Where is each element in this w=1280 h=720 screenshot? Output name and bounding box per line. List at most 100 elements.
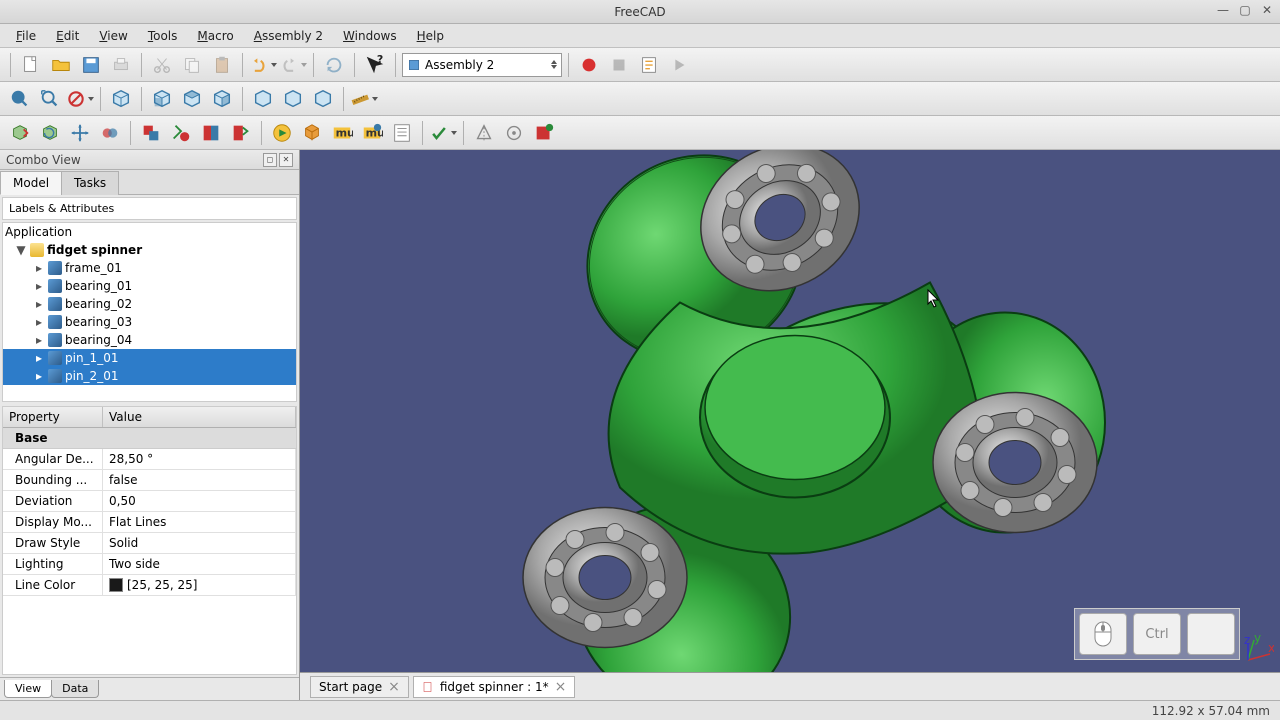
menu-view[interactable]: View [89,26,137,46]
preferences-icon[interactable] [530,119,558,147]
front-view-icon[interactable] [148,85,176,113]
maximize-button[interactable]: ▢ [1238,3,1252,17]
parts-list-icon[interactable] [388,119,416,147]
whats-this-icon[interactable]: ? [361,51,389,79]
tree-root[interactable]: ▼ fidget spinner [3,241,296,259]
expand-icon[interactable]: ▸ [33,279,45,293]
axial-constraint-icon[interactable] [167,119,195,147]
measure-icon[interactable] [350,85,378,113]
combo-view-panel: Combo View ◻ ✕ Model Tasks Labels & Attr… [0,150,300,700]
prop-row-lighting[interactable]: LightingTwo side [3,554,296,575]
new-file-icon[interactable] [17,51,45,79]
fit-all-icon[interactable] [6,85,34,113]
move-part-icon[interactable] [66,119,94,147]
prop-row-displaymode[interactable]: Display Mo...Flat Lines [3,512,296,533]
expand-icon[interactable]: ▼ [15,243,27,257]
btab-view[interactable]: View [4,680,52,698]
tree-item-pin2[interactable]: ▸ pin_2_01 [3,367,296,385]
tree-item-bearing1[interactable]: ▸ bearing_01 [3,277,296,295]
fit-selection-icon[interactable] [36,85,64,113]
menu-help[interactable]: Help [407,26,454,46]
tab-tasks[interactable]: Tasks [61,171,119,195]
prop-row-bounding[interactable]: Bounding ...false [3,470,296,491]
btab-data[interactable]: Data [51,680,99,698]
mux-update-icon[interactable]: mux [358,119,386,147]
key-blank [1187,613,1235,655]
3d-viewport[interactable]: Ctrl xyz Start page × fidget spinner : 1… [300,150,1280,700]
close-icon[interactable]: × [555,682,567,692]
expand-icon[interactable]: ▸ [33,369,45,383]
document-tabs: Start page × fidget spinner : 1* × [300,672,1280,700]
close-button[interactable]: ✕ [1260,3,1274,17]
import-part-icon[interactable] [6,119,34,147]
tree-item-bearing2[interactable]: ▸ bearing_02 [3,295,296,313]
print-icon[interactable] [107,51,135,79]
prop-col-value[interactable]: Value [103,407,296,427]
constraint-coincident-icon[interactable] [96,119,124,147]
expand-icon[interactable]: ▸ [33,297,45,311]
macros-icon[interactable] [635,51,663,79]
stop-macro-icon[interactable] [605,51,633,79]
top-view-icon[interactable] [178,85,206,113]
doc-tab-start[interactable]: Start page × [310,676,409,698]
tree-item-bearing4[interactable]: ▸ bearing_04 [3,331,296,349]
menu-edit[interactable]: Edit [46,26,89,46]
rear-view-icon[interactable] [249,85,277,113]
bottom-view-icon[interactable] [279,85,307,113]
expand-icon[interactable]: ▸ [33,351,45,365]
plane-constraint-icon[interactable] [137,119,165,147]
redo-icon[interactable] [279,51,307,79]
prop-col-property[interactable]: Property [3,407,103,427]
panel-float-icon[interactable]: ◻ [263,153,277,167]
panel-close-icon[interactable]: ✕ [279,153,293,167]
save-icon[interactable] [77,51,105,79]
flip-constraint-icon[interactable] [470,119,498,147]
minimize-button[interactable]: — [1216,3,1230,17]
angular-constraint-icon[interactable] [197,119,225,147]
cut-icon[interactable] [148,51,176,79]
prop-row-angular[interactable]: Angular De...28,50 ° [3,449,296,470]
tree-item-bearing3[interactable]: ▸ bearing_03 [3,313,296,331]
close-icon[interactable]: × [388,682,400,692]
expand-icon[interactable]: ▸ [33,315,45,329]
animate-icon[interactable] [268,119,296,147]
check-icon[interactable] [429,119,457,147]
open-file-icon[interactable] [47,51,75,79]
undo-icon[interactable] [249,51,277,79]
circular-edge-icon[interactable] [227,119,255,147]
right-view-icon[interactable] [208,85,236,113]
mux-add-icon[interactable]: mux [328,119,356,147]
tree-item-frame[interactable]: ▸ frame_01 [3,259,296,277]
prop-row-drawstyle[interactable]: Draw StyleSolid [3,533,296,554]
solve-icon[interactable] [298,119,326,147]
menu-assembly2[interactable]: Assembly 2 [244,26,333,46]
window-title: FreeCAD [614,5,665,19]
paste-icon[interactable] [208,51,236,79]
update-parts-icon[interactable] [36,119,64,147]
model-tree[interactable]: Application ▼ fidget spinner ▸ frame_01 … [2,222,297,402]
menu-file[interactable]: File [6,26,46,46]
toolbar-assembly: mux mux [0,116,1280,150]
expand-icon[interactable]: ▸ [33,333,45,347]
combo-tabs: Model Tasks [0,170,299,195]
run-macro-icon[interactable] [665,51,693,79]
menu-windows[interactable]: Windows [333,26,407,46]
copy-icon[interactable] [178,51,206,79]
expand-icon[interactable]: ▸ [33,261,45,275]
menu-tools[interactable]: Tools [138,26,188,46]
lock-rotation-icon[interactable] [500,119,528,147]
prop-row-linecolor[interactable]: Line Color[25, 25, 25] [3,575,296,596]
tab-model[interactable]: Model [0,171,62,195]
doc-tab-fidget[interactable]: fidget spinner : 1* × [413,676,575,698]
tree-application[interactable]: Application [3,223,296,241]
part-icon [48,369,62,383]
refresh-icon[interactable] [320,51,348,79]
draw-style-icon[interactable] [66,85,94,113]
workbench-selector[interactable]: Assembly 2 [402,53,562,77]
record-macro-icon[interactable] [575,51,603,79]
menu-macro[interactable]: Macro [187,26,243,46]
left-view-icon[interactable] [309,85,337,113]
prop-row-deviation[interactable]: Deviation0,50 [3,491,296,512]
tree-item-pin1[interactable]: ▸ pin_1_01 [3,349,296,367]
isometric-icon[interactable] [107,85,135,113]
